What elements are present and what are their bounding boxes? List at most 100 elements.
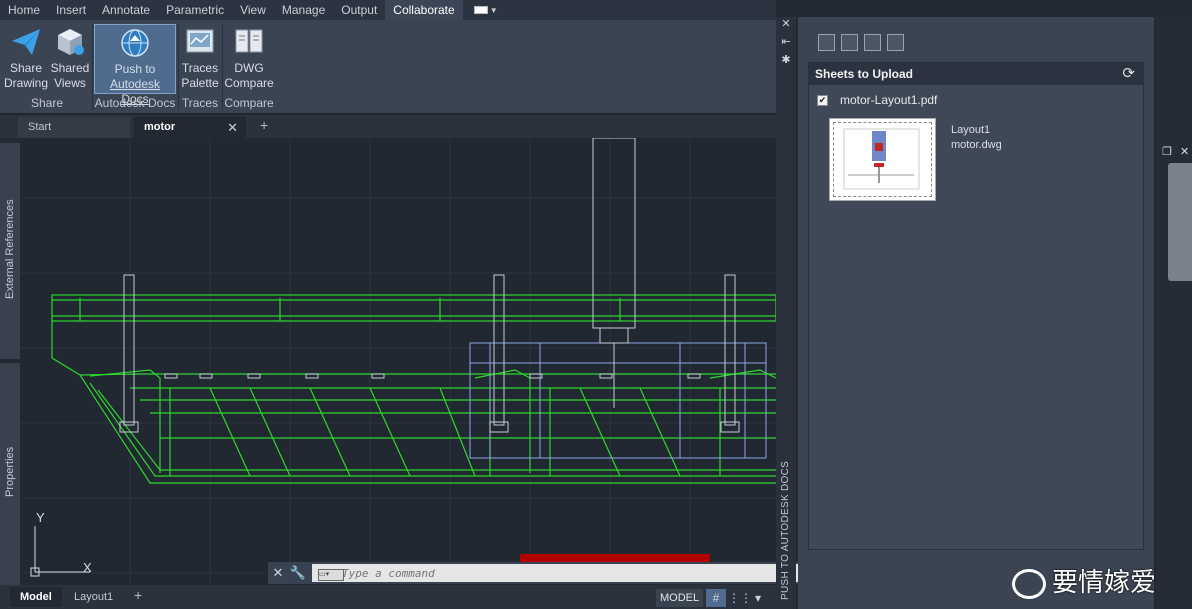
red-ground-object (520, 554, 710, 562)
close-icon[interactable]: ✕ (1180, 145, 1189, 158)
ribbon-panel: Share Drawing Shared Views Push to Autod… (0, 20, 776, 114)
chevron-down-icon: ▼ (489, 5, 498, 15)
sheet-thumbnail[interactable] (829, 118, 936, 201)
sheets-to-upload-header: Sheets to Upload ⟳ (809, 63, 1143, 85)
shared-views-button[interactable]: Shared Views (50, 24, 90, 94)
add-sheets-icon[interactable] (818, 34, 835, 51)
palette-toolbar (818, 34, 904, 51)
paper-plane-icon (12, 29, 40, 55)
sheets-to-upload-section: Sheets to Upload ⟳ ✔ motor-Layout1.pdf L… (808, 62, 1144, 550)
model-space-button[interactable]: MODEL (656, 589, 704, 607)
tab-model[interactable]: Model (10, 587, 62, 607)
sheets-to-upload-title: Sheets to Upload (815, 67, 914, 81)
grid-lines (20, 138, 776, 584)
panel-toggle-icon (473, 6, 488, 14)
tab-manage[interactable]: Manage (274, 0, 333, 20)
layout-name: Layout1 (951, 124, 991, 136)
ribbon-tabs: Home Insert Annotate Parametric View Man… (0, 0, 776, 20)
command-prompt-icon[interactable]: ▭▾ (318, 569, 344, 581)
autohide-icon[interactable]: ⇤ (779, 35, 793, 48)
shared-views-label-1: Shared (50, 61, 90, 75)
snap-icon[interactable]: ⋮⋮ (728, 589, 752, 607)
palette-settings-icon[interactable]: ✱ (779, 53, 793, 66)
dwg-compare-label-1: DWG (234, 61, 264, 75)
ucs-axes (30, 526, 90, 577)
tab-layout1[interactable]: Layout1 (64, 587, 123, 607)
cube-share-icon (58, 29, 84, 55)
doc-tab-motor-label: motor (144, 121, 176, 133)
tab-parametric[interactable]: Parametric (158, 0, 232, 20)
traces-label-2: Palette (181, 76, 219, 90)
thumbnail-drawing (843, 128, 920, 190)
grid-icon[interactable]: # (706, 589, 726, 607)
save-icon[interactable] (887, 34, 904, 51)
doc-tab-motor[interactable]: motor ✕ (134, 117, 246, 138)
properties-label: Properties (4, 446, 16, 497)
watermark-text: 要情嫁爱 (1052, 567, 1157, 597)
restore-icon[interactable]: ❐ (1162, 145, 1172, 158)
secondary-viewport: ❐ ✕ (1156, 17, 1192, 609)
close-tab-icon[interactable]: ✕ (227, 117, 238, 138)
share-drawing-label-2: Drawing (4, 76, 49, 90)
sheet-meta: Layout1 motor.dwg (951, 123, 1002, 153)
globe-upload-icon (121, 29, 149, 57)
status-bar: Model Layout1 + MODEL # ⋮⋮ ▾ (0, 585, 776, 609)
group-separator (222, 24, 223, 110)
weibo-logo-icon (1012, 569, 1046, 600)
ribbon-options-dropdown[interactable]: ▼ (471, 3, 501, 17)
drawing-canvas[interactable]: Y X (20, 138, 776, 584)
add-layout-icon[interactable]: + (134, 587, 142, 603)
chevron-down-icon[interactable]: ▾ (748, 589, 768, 607)
compare-icon (235, 29, 263, 53)
doc-tab-start[interactable]: Start (18, 117, 130, 138)
tab-annotate[interactable]: Annotate (94, 0, 158, 20)
group-label-share: Share (30, 96, 64, 110)
push-docs-label-1: Push to (114, 62, 156, 76)
refresh-icon[interactable]: ⟳ (1122, 63, 1135, 85)
tab-view[interactable]: View (232, 0, 274, 20)
group-separator (92, 24, 93, 110)
green-frame (51, 294, 776, 484)
push-to-autodesk-docs-button[interactable]: Push to Autodesk Docs (94, 24, 176, 106)
select-folder-icon[interactable] (864, 34, 881, 51)
navigation-bar[interactable] (1168, 163, 1192, 281)
ucs-x-label: X (83, 560, 92, 575)
tab-collaborate[interactable]: Collaborate (385, 0, 463, 20)
thumbnail-preview (833, 122, 932, 197)
push-to-docs-palette: Sheets to Upload ⟳ ✔ motor-Layout1.pdf L… (798, 17, 1154, 609)
wrench-icon[interactable]: 🔧 (288, 565, 308, 581)
remove-sheets-icon[interactable] (841, 34, 858, 51)
tab-output[interactable]: Output (333, 0, 385, 20)
model-wireframe: Y X (20, 138, 776, 584)
shared-views-label-2: Views (54, 76, 86, 90)
tab-home[interactable]: Home (0, 0, 48, 20)
share-drawing-label-1: Share (9, 61, 43, 75)
autocad-window: Home Insert Annotate Parametric View Man… (0, 0, 1192, 609)
ucs-y-label: Y (36, 510, 45, 525)
group-label-autodesk-docs: Autodesk Docs (94, 96, 176, 110)
new-tab-icon[interactable]: + (260, 117, 268, 133)
group-label-traces: Traces (181, 96, 219, 110)
palette-titlebar: ✕ ⇤ ✱ PUSH TO AUTODESK DOCS (776, 17, 796, 609)
properties-palette-tab[interactable]: Properties (0, 363, 20, 585)
close-palette-icon[interactable]: ✕ (779, 17, 793, 30)
tab-insert[interactable]: Insert (48, 0, 94, 20)
share-drawing-button[interactable]: Share Drawing (4, 24, 48, 94)
watermark: 要情嫁爱 (1012, 562, 1157, 600)
dwg-name: motor.dwg (951, 139, 1002, 151)
group-separator (178, 24, 179, 110)
sheet-item[interactable]: ✔ motor-Layout1.pdf (817, 93, 937, 107)
palette-title: PUSH TO AUTODESK DOCS (780, 460, 791, 600)
traces-icon (186, 29, 214, 53)
sheet-file-name: motor-Layout1.pdf (840, 93, 938, 107)
dwg-compare-label-2: Compare (224, 76, 274, 90)
sheet-checkbox[interactable]: ✔ (817, 94, 828, 106)
traces-palette-button[interactable]: Traces Palette (180, 24, 220, 94)
group-label-compare: Compare (224, 96, 274, 110)
traces-label-1: Traces (181, 61, 219, 75)
dwg-compare-button[interactable]: DWG Compare (224, 24, 274, 94)
external-references-label: External References (4, 199, 16, 299)
document-tabs: Start motor ✕ + (0, 115, 776, 138)
close-icon[interactable]: ✕ (268, 565, 288, 581)
external-references-palette-tab[interactable]: External References (0, 143, 20, 359)
